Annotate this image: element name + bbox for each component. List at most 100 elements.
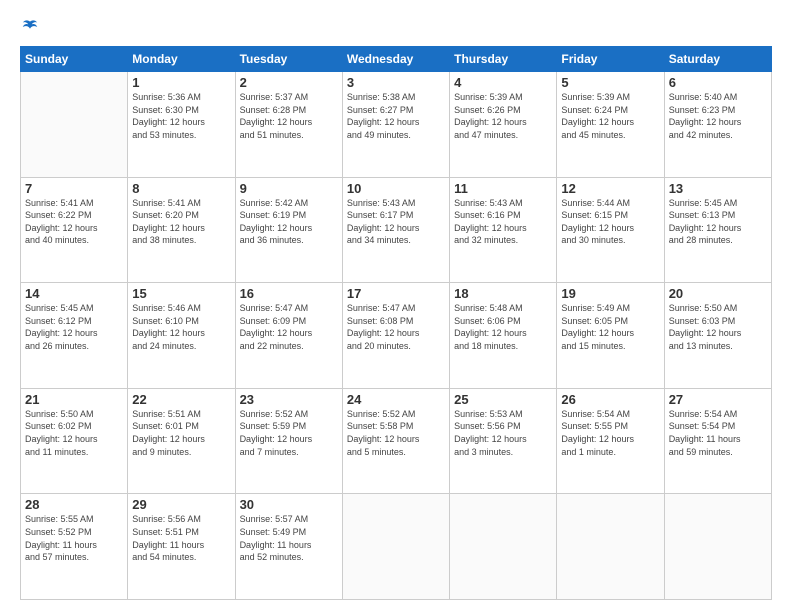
day-info: Sunrise: 5:57 AM Sunset: 5:49 PM Dayligh… — [240, 513, 338, 563]
calendar-cell: 20Sunrise: 5:50 AM Sunset: 6:03 PM Dayli… — [664, 283, 771, 389]
day-number: 14 — [25, 286, 123, 301]
day-info: Sunrise: 5:39 AM Sunset: 6:26 PM Dayligh… — [454, 91, 552, 141]
week-row-4: 21Sunrise: 5:50 AM Sunset: 6:02 PM Dayli… — [21, 388, 772, 494]
day-number: 20 — [669, 286, 767, 301]
day-info: Sunrise: 5:55 AM Sunset: 5:52 PM Dayligh… — [25, 513, 123, 563]
logo-text — [20, 18, 39, 36]
day-number: 29 — [132, 497, 230, 512]
day-info: Sunrise: 5:53 AM Sunset: 5:56 PM Dayligh… — [454, 408, 552, 458]
calendar-cell: 24Sunrise: 5:52 AM Sunset: 5:58 PM Dayli… — [342, 388, 449, 494]
day-info: Sunrise: 5:47 AM Sunset: 6:09 PM Dayligh… — [240, 302, 338, 352]
day-number: 19 — [561, 286, 659, 301]
calendar-cell — [664, 494, 771, 600]
day-info: Sunrise: 5:54 AM Sunset: 5:55 PM Dayligh… — [561, 408, 659, 458]
day-number: 18 — [454, 286, 552, 301]
calendar-cell: 26Sunrise: 5:54 AM Sunset: 5:55 PM Dayli… — [557, 388, 664, 494]
day-number: 9 — [240, 181, 338, 196]
day-number: 30 — [240, 497, 338, 512]
day-info: Sunrise: 5:43 AM Sunset: 6:16 PM Dayligh… — [454, 197, 552, 247]
calendar-table: SundayMondayTuesdayWednesdayThursdayFrid… — [20, 46, 772, 600]
day-info: Sunrise: 5:52 AM Sunset: 5:58 PM Dayligh… — [347, 408, 445, 458]
day-number: 5 — [561, 75, 659, 90]
weekday-header-row: SundayMondayTuesdayWednesdayThursdayFrid… — [21, 47, 772, 72]
week-row-3: 14Sunrise: 5:45 AM Sunset: 6:12 PM Dayli… — [21, 283, 772, 389]
calendar-cell: 7Sunrise: 5:41 AM Sunset: 6:22 PM Daylig… — [21, 177, 128, 283]
calendar-cell: 30Sunrise: 5:57 AM Sunset: 5:49 PM Dayli… — [235, 494, 342, 600]
calendar-cell: 14Sunrise: 5:45 AM Sunset: 6:12 PM Dayli… — [21, 283, 128, 389]
weekday-header-friday: Friday — [557, 47, 664, 72]
weekday-header-monday: Monday — [128, 47, 235, 72]
calendar-cell: 29Sunrise: 5:56 AM Sunset: 5:51 PM Dayli… — [128, 494, 235, 600]
day-number: 15 — [132, 286, 230, 301]
calendar-cell: 12Sunrise: 5:44 AM Sunset: 6:15 PM Dayli… — [557, 177, 664, 283]
week-row-5: 28Sunrise: 5:55 AM Sunset: 5:52 PM Dayli… — [21, 494, 772, 600]
day-info: Sunrise: 5:52 AM Sunset: 5:59 PM Dayligh… — [240, 408, 338, 458]
weekday-header-saturday: Saturday — [664, 47, 771, 72]
calendar-cell: 8Sunrise: 5:41 AM Sunset: 6:20 PM Daylig… — [128, 177, 235, 283]
day-number: 12 — [561, 181, 659, 196]
calendar-cell: 27Sunrise: 5:54 AM Sunset: 5:54 PM Dayli… — [664, 388, 771, 494]
weekday-header-thursday: Thursday — [450, 47, 557, 72]
day-number: 17 — [347, 286, 445, 301]
day-info: Sunrise: 5:36 AM Sunset: 6:30 PM Dayligh… — [132, 91, 230, 141]
weekday-header-wednesday: Wednesday — [342, 47, 449, 72]
calendar-cell — [557, 494, 664, 600]
day-info: Sunrise: 5:50 AM Sunset: 6:03 PM Dayligh… — [669, 302, 767, 352]
day-info: Sunrise: 5:49 AM Sunset: 6:05 PM Dayligh… — [561, 302, 659, 352]
day-number: 6 — [669, 75, 767, 90]
day-info: Sunrise: 5:46 AM Sunset: 6:10 PM Dayligh… — [132, 302, 230, 352]
calendar-cell: 16Sunrise: 5:47 AM Sunset: 6:09 PM Dayli… — [235, 283, 342, 389]
calendar-cell — [21, 72, 128, 178]
calendar-cell: 18Sunrise: 5:48 AM Sunset: 6:06 PM Dayli… — [450, 283, 557, 389]
calendar-cell: 10Sunrise: 5:43 AM Sunset: 6:17 PM Dayli… — [342, 177, 449, 283]
day-info: Sunrise: 5:39 AM Sunset: 6:24 PM Dayligh… — [561, 91, 659, 141]
day-info: Sunrise: 5:44 AM Sunset: 6:15 PM Dayligh… — [561, 197, 659, 247]
day-info: Sunrise: 5:40 AM Sunset: 6:23 PM Dayligh… — [669, 91, 767, 141]
day-number: 1 — [132, 75, 230, 90]
day-number: 8 — [132, 181, 230, 196]
day-number: 7 — [25, 181, 123, 196]
calendar-cell: 23Sunrise: 5:52 AM Sunset: 5:59 PM Dayli… — [235, 388, 342, 494]
day-info: Sunrise: 5:41 AM Sunset: 6:20 PM Dayligh… — [132, 197, 230, 247]
calendar-cell: 19Sunrise: 5:49 AM Sunset: 6:05 PM Dayli… — [557, 283, 664, 389]
day-info: Sunrise: 5:41 AM Sunset: 6:22 PM Dayligh… — [25, 197, 123, 247]
calendar-cell: 25Sunrise: 5:53 AM Sunset: 5:56 PM Dayli… — [450, 388, 557, 494]
calendar-cell: 28Sunrise: 5:55 AM Sunset: 5:52 PM Dayli… — [21, 494, 128, 600]
calendar-cell: 13Sunrise: 5:45 AM Sunset: 6:13 PM Dayli… — [664, 177, 771, 283]
calendar-cell: 4Sunrise: 5:39 AM Sunset: 6:26 PM Daylig… — [450, 72, 557, 178]
week-row-2: 7Sunrise: 5:41 AM Sunset: 6:22 PM Daylig… — [21, 177, 772, 283]
day-info: Sunrise: 5:45 AM Sunset: 6:13 PM Dayligh… — [669, 197, 767, 247]
weekday-header-tuesday: Tuesday — [235, 47, 342, 72]
weekday-header-sunday: Sunday — [21, 47, 128, 72]
day-info: Sunrise: 5:51 AM Sunset: 6:01 PM Dayligh… — [132, 408, 230, 458]
day-info: Sunrise: 5:37 AM Sunset: 6:28 PM Dayligh… — [240, 91, 338, 141]
calendar-cell: 6Sunrise: 5:40 AM Sunset: 6:23 PM Daylig… — [664, 72, 771, 178]
day-number: 16 — [240, 286, 338, 301]
calendar-cell: 5Sunrise: 5:39 AM Sunset: 6:24 PM Daylig… — [557, 72, 664, 178]
calendar-cell: 1Sunrise: 5:36 AM Sunset: 6:30 PM Daylig… — [128, 72, 235, 178]
day-number: 13 — [669, 181, 767, 196]
day-number: 21 — [25, 392, 123, 407]
day-info: Sunrise: 5:38 AM Sunset: 6:27 PM Dayligh… — [347, 91, 445, 141]
day-info: Sunrise: 5:42 AM Sunset: 6:19 PM Dayligh… — [240, 197, 338, 247]
day-number: 11 — [454, 181, 552, 196]
day-number: 26 — [561, 392, 659, 407]
calendar-cell: 15Sunrise: 5:46 AM Sunset: 6:10 PM Dayli… — [128, 283, 235, 389]
day-number: 25 — [454, 392, 552, 407]
day-number: 23 — [240, 392, 338, 407]
day-info: Sunrise: 5:43 AM Sunset: 6:17 PM Dayligh… — [347, 197, 445, 247]
calendar-cell: 17Sunrise: 5:47 AM Sunset: 6:08 PM Dayli… — [342, 283, 449, 389]
day-number: 24 — [347, 392, 445, 407]
header — [20, 18, 772, 36]
week-row-1: 1Sunrise: 5:36 AM Sunset: 6:30 PM Daylig… — [21, 72, 772, 178]
day-number: 2 — [240, 75, 338, 90]
logo-bird-icon — [21, 18, 39, 36]
day-info: Sunrise: 5:48 AM Sunset: 6:06 PM Dayligh… — [454, 302, 552, 352]
calendar-cell: 3Sunrise: 5:38 AM Sunset: 6:27 PM Daylig… — [342, 72, 449, 178]
day-number: 10 — [347, 181, 445, 196]
day-info: Sunrise: 5:47 AM Sunset: 6:08 PM Dayligh… — [347, 302, 445, 352]
day-info: Sunrise: 5:54 AM Sunset: 5:54 PM Dayligh… — [669, 408, 767, 458]
calendar-cell: 21Sunrise: 5:50 AM Sunset: 6:02 PM Dayli… — [21, 388, 128, 494]
calendar-cell: 2Sunrise: 5:37 AM Sunset: 6:28 PM Daylig… — [235, 72, 342, 178]
calendar-cell: 22Sunrise: 5:51 AM Sunset: 6:01 PM Dayli… — [128, 388, 235, 494]
